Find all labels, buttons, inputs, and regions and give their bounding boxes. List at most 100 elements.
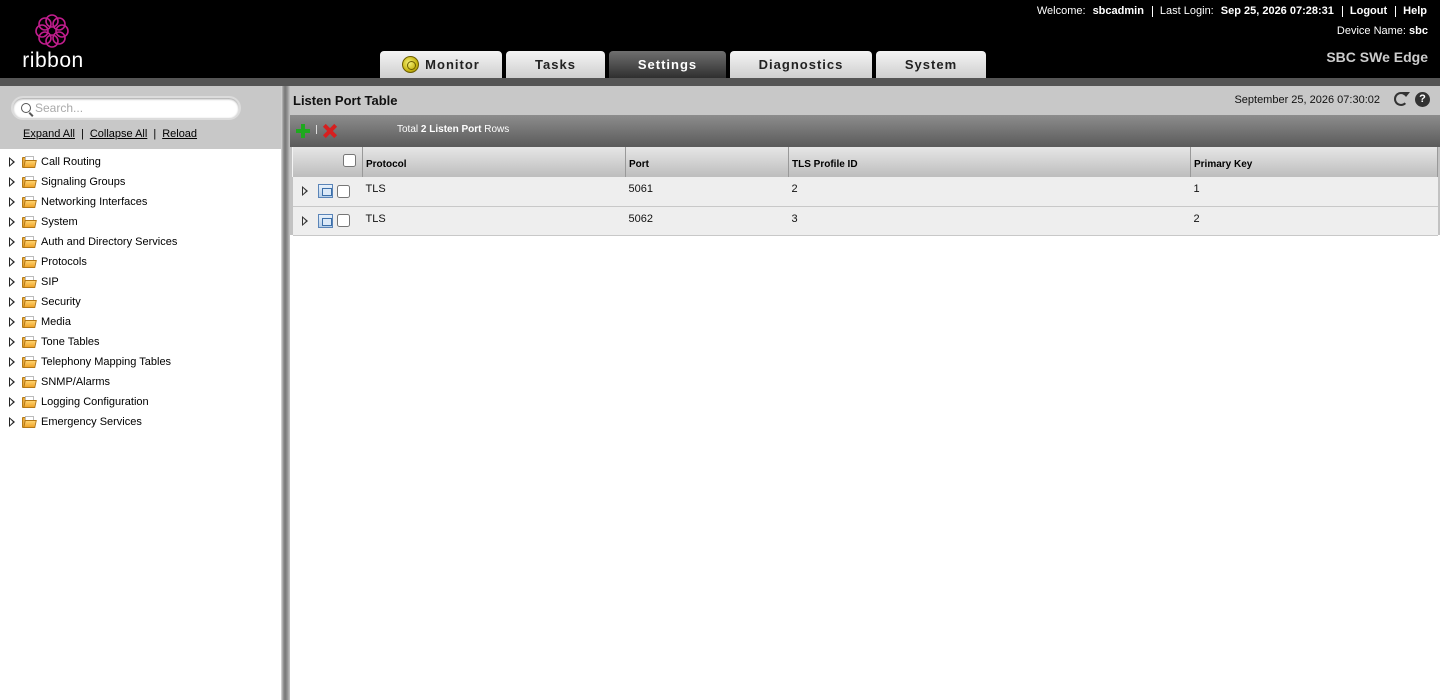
expand-row-icon[interactable] [301,215,308,226]
folder-icon [22,176,37,188]
tree-item-label: Signaling Groups [41,176,126,188]
edit-row-icon[interactable] [317,184,333,199]
tree-item-label: Networking Interfaces [41,196,148,208]
tab-diagnostics[interactable]: Diagnostics [730,51,872,78]
expand-arrow-icon[interactable] [9,177,15,187]
tree-item-tone-tables[interactable]: Tone Tables [0,332,281,352]
user-bar: Welcome: sbcadmin Last Login: Sep 25, 20… [1037,5,1427,17]
select-column-header [292,147,363,177]
main-tabs: Monitor Tasks Settings Diagnostics Syste… [380,51,990,78]
pane-splitter[interactable] [281,86,290,700]
cell-protocol: TLS [365,183,386,195]
folder-icon [22,416,37,428]
help-link[interactable]: Help [1403,5,1427,17]
expand-arrow-icon[interactable] [9,277,15,287]
refresh-icon[interactable] [1394,92,1410,106]
tab-label: Monitor [425,57,480,72]
tree-item-signaling-groups[interactable]: Signaling Groups [0,172,281,192]
tab-tasks[interactable]: Tasks [506,51,605,78]
device-name: Device Name: sbc [1337,25,1428,37]
tree-item-label: Media [41,316,71,328]
expand-arrow-icon[interactable] [9,257,15,267]
reload-link[interactable]: Reload [162,128,197,140]
tree-item-call-routing[interactable]: Call Routing [0,152,281,172]
expand-all-link[interactable]: Expand All [23,128,75,140]
tree-item-networking-interfaces[interactable]: Networking Interfaces [0,192,281,212]
table-row[interactable]: TLS 5061 2 1 [292,177,1438,206]
monitor-icon [402,56,420,73]
folder-icon [22,216,37,228]
cell-primary-key: 2 [1193,212,1200,225]
tree-item-telephony-mapping-tables[interactable]: Telephony Mapping Tables [0,352,281,372]
help-icon[interactable]: ? [1415,92,1430,107]
expand-arrow-icon[interactable] [9,317,15,327]
expand-arrow-icon[interactable] [9,417,15,427]
logo-text: ribbon [22,49,84,72]
expand-arrow-icon[interactable] [9,197,15,207]
last-login-label: Last Login: [1159,5,1214,17]
cell-port: 5061 [628,183,653,195]
tab-settings[interactable]: Settings [609,51,726,78]
tab-label: Tasks [535,57,576,72]
divider: | [80,128,84,140]
tree-item-snmp-alarms[interactable]: SNMP/Alarms [0,372,281,392]
folder-icon [22,356,37,368]
select-all-checkbox[interactable] [343,154,356,168]
tree-item-media[interactable]: Media [0,312,281,332]
row-checkbox[interactable] [336,184,350,198]
expand-arrow-icon[interactable] [9,297,15,307]
table-header-row: Protocol Port TLS Profile ID Primary Key [292,147,1438,177]
expand-row-icon[interactable] [301,186,308,197]
settings-tree: Call Routing Signaling Groups Networking… [0,152,281,432]
expand-arrow-icon[interactable] [9,357,15,367]
tree-item-security[interactable]: Security [0,292,281,312]
tree-item-label: Emergency Services [41,416,142,428]
summary-prefix: Total [397,124,419,135]
tree-actions: Expand All | Collapse All | Reload [23,128,197,140]
tree-item-label: System [41,216,78,228]
product-name: SBC SWe Edge [1326,49,1428,65]
tree-item-sip[interactable]: SIP [0,272,281,292]
delete-row-icon[interactable] [323,124,337,138]
collapse-all-link[interactable]: Collapse All [90,128,147,140]
expand-arrow-icon[interactable] [9,237,15,247]
search-input[interactable] [35,100,235,116]
expand-arrow-icon[interactable] [9,337,15,347]
tab-monitor[interactable]: Monitor [380,51,502,78]
column-header-tls-profile-id[interactable]: TLS Profile ID [788,147,1191,177]
tab-system[interactable]: System [876,51,986,78]
tree-item-auth-and-directory-services[interactable]: Auth and Directory Services [0,232,281,252]
column-header-protocol[interactable]: Protocol [362,147,626,177]
expand-arrow-icon[interactable] [9,397,15,407]
table-row[interactable]: TLS 5062 3 2 [292,206,1438,235]
column-header-port[interactable]: Port [625,147,789,177]
search-icon [21,103,31,113]
sidebar-toolbar: Expand All | Collapse All | Reload [0,86,281,149]
ribbon-logo-icon [35,14,69,48]
folder-icon [22,336,37,348]
edit-row-icon[interactable] [317,213,333,228]
expand-arrow-icon[interactable] [9,217,15,227]
logout-link[interactable]: Logout [1350,5,1387,17]
tree-item-system[interactable]: System [0,212,281,232]
expand-arrow-icon[interactable] [9,377,15,387]
last-login-value: Sep 25, 2026 07:28:31 [1220,5,1334,17]
column-header-primary-key[interactable]: Primary Key [1190,147,1438,177]
table-toolbar: Total 2 Listen Port Rows [290,115,1440,147]
expand-arrow-icon[interactable] [9,157,15,167]
tree-item-label: Tone Tables [41,336,100,348]
divider [1395,5,1397,17]
row-checkbox[interactable] [336,214,350,227]
page-title: Listen Port Table [293,93,398,108]
tree-item-emergency-services[interactable]: Emergency Services [0,412,281,432]
folder-icon [22,376,37,388]
content-panel: Listen Port Table September 25, 2026 07:… [290,86,1440,700]
tree-item-protocols[interactable]: Protocols [0,252,281,272]
tab-label: System [904,57,958,72]
cell-tls-profile-id: 3 [791,212,798,225]
add-row-icon[interactable] [296,124,310,138]
tree-item-label: SIP [41,276,59,288]
folder-icon [22,396,37,408]
tree-item-logging-configuration[interactable]: Logging Configuration [0,392,281,412]
search-box[interactable] [11,96,241,120]
